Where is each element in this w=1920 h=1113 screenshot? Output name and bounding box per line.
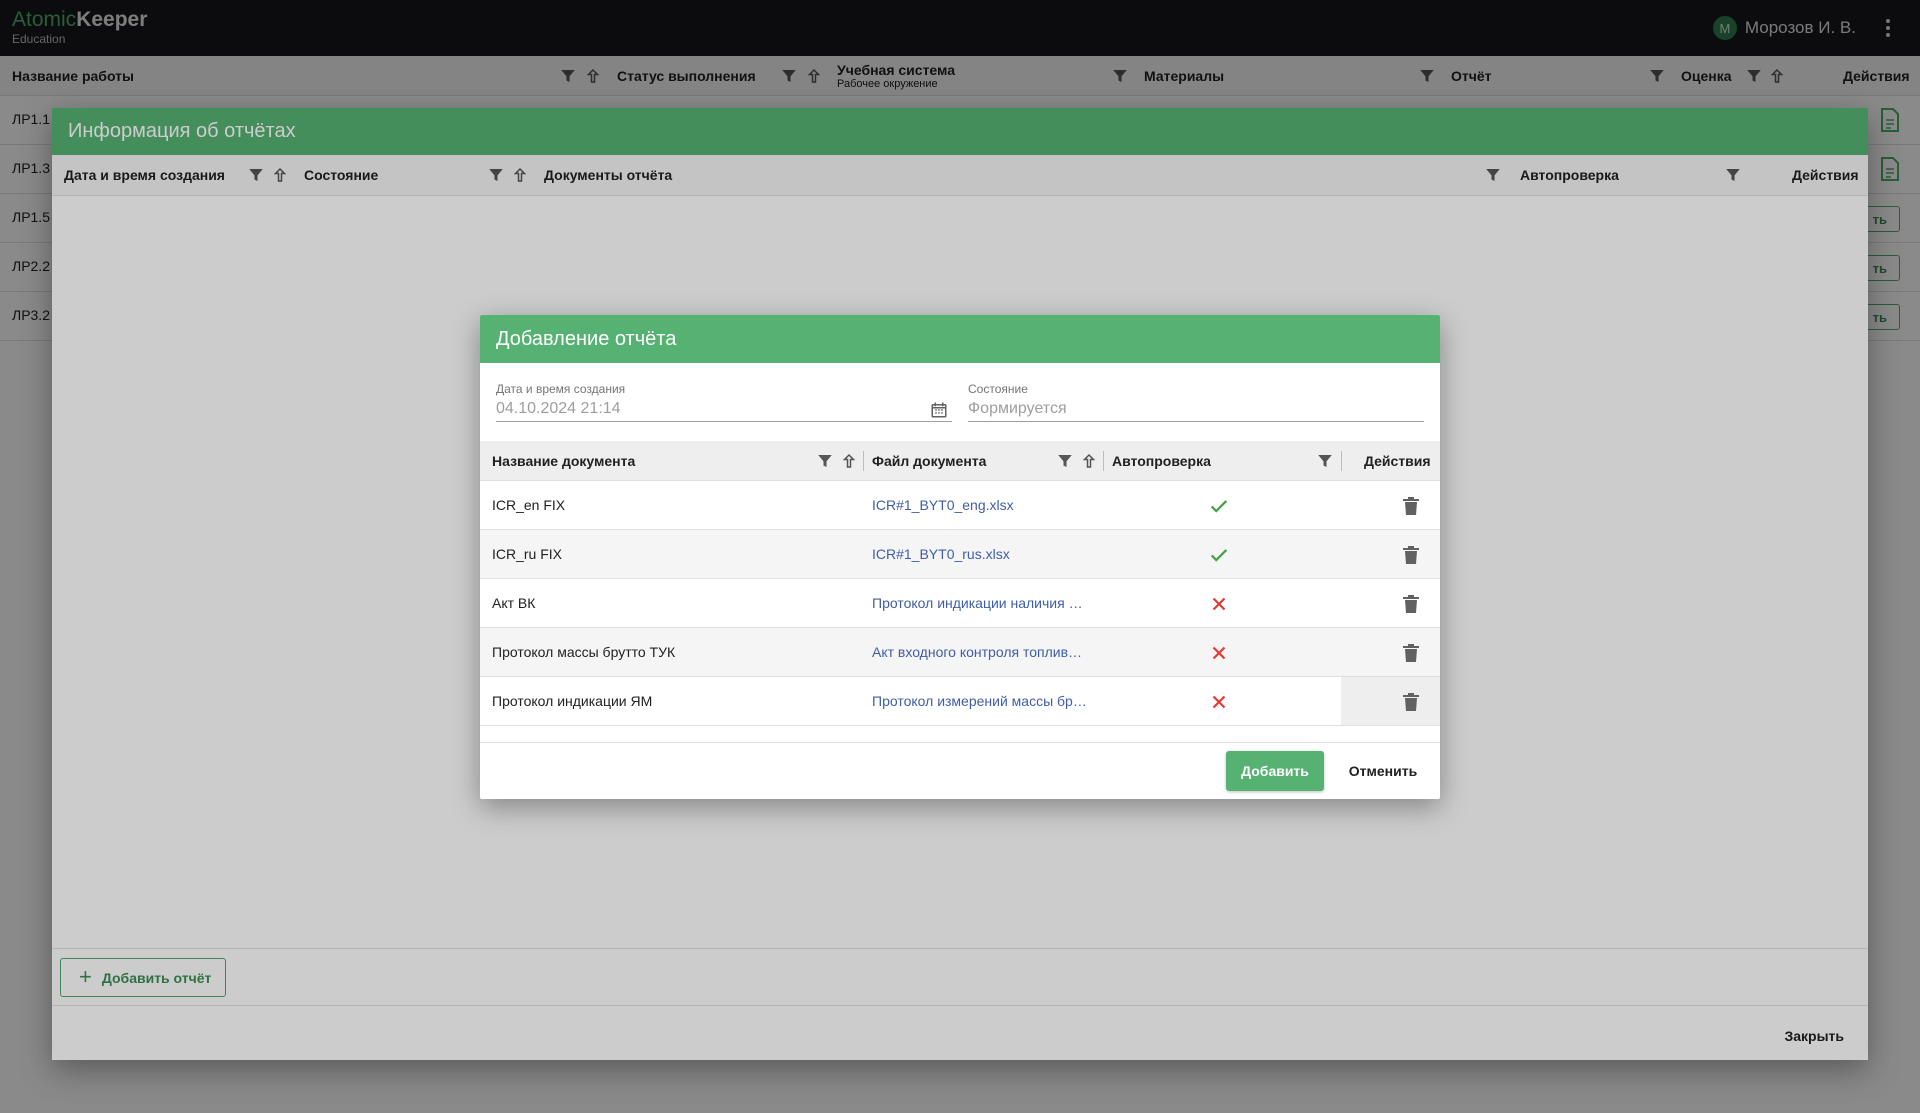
sort-arrow-up-icon[interactable] [840,452,858,470]
filter-icon[interactable] [1316,452,1334,470]
created-datetime-label: Дата и время создания [496,382,626,396]
header-doc-name[interactable]: Название документа [492,441,635,481]
table-row[interactable]: Протокол индикации ЯМ Протокол измерений… [480,677,1440,726]
table-row[interactable]: ICR_ru FIX ICR#1_BYT0_rus.xlsx [480,530,1440,579]
filter-icon[interactable] [816,452,834,470]
actions-cell-hover [1341,677,1440,725]
delete-icon[interactable] [1402,643,1420,663]
table-row[interactable]: ICR_en FIX ICR#1_BYT0_eng.xlsx [480,481,1440,530]
cross-icon [1212,597,1226,611]
doc-name-cell: Акт ВК [492,595,536,611]
doc-file-link[interactable]: Протокол индикации наличия … [872,595,1090,611]
doc-name-cell: ICR_ru FIX [492,546,563,562]
calendar-icon[interactable] [930,401,948,419]
check-icon [1210,549,1228,562]
delete-icon[interactable] [1402,545,1420,565]
column-separator[interactable] [1341,451,1342,471]
state-field: Состояние Формируется [968,382,1424,422]
documents-table-header: Название документа Файл документа Автопр… [480,441,1440,481]
column-separator[interactable] [863,451,864,471]
add-button[interactable]: Добавить [1226,751,1324,791]
check-icon [1210,500,1228,513]
doc-file-link[interactable]: Протокол измерений массы бр… [872,693,1090,709]
header-actions: Действия [1364,453,1431,469]
doc-file-link[interactable]: ICR#1_BYT0_rus.xlsx [872,546,1090,562]
table-row[interactable]: Акт ВК Протокол индикации наличия … [480,579,1440,628]
sort-arrow-up-icon[interactable] [1080,452,1098,470]
delete-icon[interactable] [1402,594,1420,614]
dialog-title: Добавление отчёта [480,315,1440,363]
header-autocheck[interactable]: Автопроверка [1112,441,1211,481]
state-label: Состояние [968,382,1028,396]
created-datetime-field[interactable]: Дата и время создания 04.10.2024 21:14 [496,382,952,422]
created-datetime-value: 04.10.2024 21:14 [496,400,621,417]
cross-icon [1212,695,1226,709]
cancel-button[interactable]: Отменить [1340,751,1426,791]
header-doc-file[interactable]: Файл документа [872,441,986,481]
divider [480,742,1440,743]
filter-icon[interactable] [1056,452,1074,470]
table-row[interactable]: Протокол массы брутто ТУК Акт входного к… [480,628,1440,677]
doc-name-cell: Протокол индикации ЯМ [492,693,653,709]
column-separator[interactable] [1103,451,1104,471]
state-value: Формируется [968,400,1067,417]
delete-icon[interactable] [1402,496,1420,516]
doc-file-link[interactable]: ICR#1_BYT0_eng.xlsx [872,497,1090,513]
doc-name-cell: Протокол массы брутто ТУК [492,644,676,660]
cross-icon [1212,646,1226,660]
add-report-dialog: Добавление отчёта Дата и время создания … [480,315,1440,799]
doc-name-cell: ICR_en FIX [492,497,566,513]
delete-icon[interactable] [1402,692,1420,712]
doc-file-link[interactable]: Акт входного контроля топлив… [872,644,1090,660]
